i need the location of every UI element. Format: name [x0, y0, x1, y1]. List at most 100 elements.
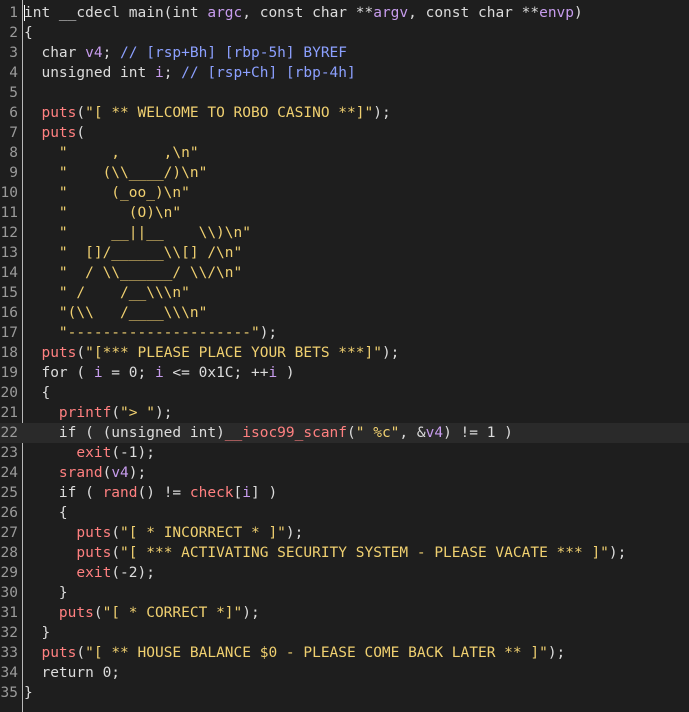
- line-number: 30: [0, 585, 18, 601]
- code-line[interactable]: 6 puts("[ ** WELCOME TO ROBO CASINO **]"…: [0, 103, 689, 123]
- line-number: 6: [9, 105, 18, 121]
- line-text[interactable]: puts(: [24, 123, 85, 143]
- code-line[interactable]: 28 puts("[ *** ACTIVATING SECURITY SYSTE…: [0, 543, 689, 563]
- code-line[interactable]: 12 " __||__ \\)\n": [0, 223, 689, 243]
- keyword-token: for (: [24, 365, 94, 381]
- code-line[interactable]: 25 if ( rand() != check[i] ): [0, 483, 689, 503]
- line-text[interactable]: " (_oo_)\n": [24, 183, 190, 203]
- line-text[interactable]: printf("> ");: [24, 403, 173, 423]
- line-text[interactable]: " / \\______/ \\/\n": [24, 263, 242, 283]
- code-token: ;: [102, 45, 121, 61]
- string-token: " (O)\n": [24, 205, 182, 221]
- function-token: srand: [24, 465, 103, 481]
- line-text[interactable]: {: [24, 383, 50, 403]
- code-token: {: [24, 385, 51, 401]
- string-token: " / /__\\\n": [24, 285, 190, 301]
- code-view[interactable]: 1 int __cdecl main(int argc, const char *…: [0, 3, 689, 703]
- code-line[interactable]: 23 exit(-1);: [0, 443, 689, 463]
- line-text[interactable]: for ( i = 0; i <= 0x1C; ++i ): [24, 363, 294, 383]
- code-line[interactable]: 5: [0, 83, 689, 103]
- line-text[interactable]: puts("[*** PLEASE PLACE YOUR BETS ***]")…: [24, 343, 399, 363]
- code-line[interactable]: 24 srand(v4);: [0, 463, 689, 483]
- code-line[interactable]: 31 puts("[ * CORRECT *]");: [0, 603, 689, 623]
- code-line[interactable]: 21 printf("> ");: [0, 403, 689, 423]
- code-token: {: [24, 25, 33, 41]
- line-text[interactable]: {: [24, 23, 33, 43]
- code-line[interactable]: 35}: [0, 683, 689, 703]
- line-text[interactable]: "---------------------");: [24, 323, 277, 343]
- variable-token: envp: [539, 5, 575, 21]
- code-line[interactable]: 32 }: [0, 623, 689, 643]
- line-text[interactable]: unsigned int i; // [rsp+Ch] [rbp-4h]: [24, 63, 355, 83]
- function-token: puts: [24, 545, 112, 561]
- code-line[interactable]: 19 for ( i = 0; i <= 0x1C; ++i ): [0, 363, 689, 383]
- code-line[interactable]: 10 " (_oo_)\n": [0, 183, 689, 203]
- line-text[interactable]: int __cdecl main(int argc, const char **…: [24, 3, 583, 23]
- code-token: );: [381, 345, 400, 361]
- string-token: " (\\____/)\n": [24, 165, 208, 181]
- code-line[interactable]: 18 puts("[*** PLEASE PLACE YOUR BETS ***…: [0, 343, 689, 363]
- code-line[interactable]: 34 return 0;: [0, 663, 689, 683]
- text-caret: [24, 5, 25, 21]
- line-text[interactable]: }: [24, 623, 50, 643]
- code-line[interactable]: 29 exit(-2);: [0, 563, 689, 583]
- line-text[interactable]: if ( (unsigned int)__isoc99_scanf(" %c",…: [24, 423, 513, 443]
- code-line[interactable]: 20 {: [0, 383, 689, 403]
- code-line[interactable]: 22 if ( (unsigned int)__isoc99_scanf(" %…: [0, 423, 689, 443]
- code-token: (: [76, 645, 86, 661]
- code-line[interactable]: 4 unsigned int i; // [rsp+Ch] [rbp-4h]: [0, 63, 689, 83]
- code-token: (-1);: [111, 445, 155, 461]
- string-token: "[ * CORRECT *]": [102, 605, 243, 621]
- code-line[interactable]: 27 puts("[ * INCORRECT * ]");: [0, 523, 689, 543]
- line-text[interactable]: puts("[ *** ACTIVATING SECURITY SYSTEM -…: [24, 543, 626, 563]
- line-text[interactable]: {: [24, 503, 68, 523]
- variable-token: i: [242, 485, 252, 501]
- line-text[interactable]: " []/______\\[] /\n": [24, 243, 242, 263]
- line-text[interactable]: }: [24, 583, 68, 603]
- function-token: exit: [24, 565, 112, 581]
- code-line[interactable]: 17 "---------------------");: [0, 323, 689, 343]
- pseudocode-editor[interactable]: 1 int __cdecl main(int argc, const char *…: [0, 0, 689, 712]
- line-text[interactable]: puts("[ * INCORRECT * ]");: [24, 523, 303, 543]
- line-text[interactable]: " , ,\n": [24, 143, 199, 163]
- line-text[interactable]: puts("[ ** WELCOME TO ROBO CASINO **]");: [24, 103, 390, 123]
- line-text[interactable]: " (O)\n": [24, 203, 181, 223]
- code-line[interactable]: 9 " (\\____/)\n": [0, 163, 689, 183]
- code-token: ) != 1 ): [443, 425, 513, 441]
- line-text[interactable]: "(\\ /____\\\n": [24, 303, 207, 323]
- line-text[interactable]: exit(-2);: [24, 563, 155, 583]
- code-line[interactable]: 30 }: [0, 583, 689, 603]
- code-line[interactable]: 7 puts(: [0, 123, 689, 143]
- code-line[interactable]: 3 char v4; // [rsp+Bh] [rbp-5h] BYREF: [0, 43, 689, 63]
- function-token: puts: [24, 345, 77, 361]
- code-line[interactable]: 33 puts("[ ** HOUSE BALANCE $0 - PLEASE …: [0, 643, 689, 663]
- code-line[interactable]: 26 {: [0, 503, 689, 523]
- line-number: 25: [0, 485, 18, 501]
- code-line[interactable]: 13 " []/______\\[] /\n": [0, 243, 689, 263]
- line-text[interactable]: puts("[ ** HOUSE BALANCE $0 - PLEASE COM…: [24, 643, 565, 663]
- code-line[interactable]: 2{: [0, 23, 689, 43]
- line-text[interactable]: puts("[ * CORRECT *]");: [24, 603, 260, 623]
- line-text[interactable]: " (\\____/)\n": [24, 163, 207, 183]
- code-line[interactable]: 8 " , ,\n": [0, 143, 689, 163]
- line-text[interactable]: " / /__\\\n": [24, 283, 190, 303]
- code-token: 0;: [102, 665, 121, 681]
- code-line[interactable]: 11 " (O)\n": [0, 203, 689, 223]
- string-token: " (_oo_)\n": [24, 185, 190, 201]
- code-line[interactable]: 14 " / \\______/ \\/\n": [0, 263, 689, 283]
- line-text[interactable]: srand(v4);: [24, 463, 146, 483]
- code-line[interactable]: 1 int __cdecl main(int argc, const char *…: [0, 3, 689, 23]
- line-number: 21: [0, 405, 18, 421]
- line-text[interactable]: }: [24, 683, 33, 703]
- line-text[interactable]: char v4; // [rsp+Bh] [rbp-5h] BYREF: [24, 43, 347, 63]
- code-line[interactable]: 15 " / /__\\\n": [0, 283, 689, 303]
- line-text[interactable]: if ( rand() != check[i] ): [24, 483, 277, 503]
- code-line[interactable]: 16 "(\\ /____\\\n": [0, 303, 689, 323]
- variable-token: v4: [85, 45, 103, 61]
- line-text[interactable]: exit(-1);: [24, 443, 155, 463]
- line-text[interactable]: " __||__ \\)\n": [24, 223, 251, 243]
- code-token: (: [111, 405, 121, 421]
- function-token: exit: [24, 445, 112, 461]
- code-token: (: [76, 125, 86, 141]
- line-text[interactable]: return 0;: [24, 663, 120, 683]
